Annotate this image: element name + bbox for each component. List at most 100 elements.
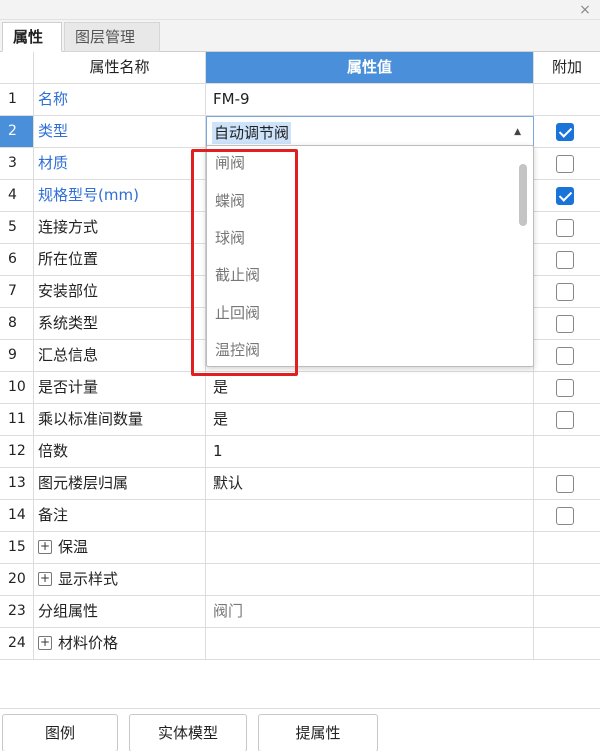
addon-cell (534, 628, 600, 660)
expand-plus-icon[interactable]: + (38, 571, 52, 586)
property-value-readonly: 阀门 (206, 596, 534, 628)
combobox-selected-value: 自动调节阀 (212, 122, 292, 144)
table-row-selected[interactable]: 2 类型 自动调节阀 ▲ (0, 116, 600, 148)
property-name: 是否计量 (34, 372, 206, 404)
extract-properties-button[interactable]: 提属性 (258, 714, 378, 751)
tab-properties[interactable]: 属性 (2, 22, 62, 52)
addon-cell (534, 308, 600, 340)
property-name: 分组属性 (34, 596, 206, 628)
property-name: + 保温 (34, 532, 206, 564)
addon-checkbox[interactable] (556, 507, 574, 525)
addon-checkbox[interactable] (556, 251, 574, 269)
row-number: 12 (0, 436, 34, 468)
dropdown-scrollbar[interactable] (519, 164, 527, 226)
window-title-bar: × (0, 0, 600, 20)
table-row[interactable]: 14 备注 (0, 500, 600, 532)
table-row[interactable]: 12 倍数 1 (0, 436, 600, 468)
table-row[interactable]: 1 名称 FM-9 (0, 84, 600, 116)
addon-cell (534, 468, 600, 500)
addon-checkbox[interactable] (556, 411, 574, 429)
property-value-input[interactable] (206, 500, 534, 532)
property-name: 汇总信息 (34, 340, 206, 372)
row-number: 1 (0, 84, 34, 116)
addon-cell (534, 212, 600, 244)
table-row-group[interactable]: 24 + 材料价格 (0, 628, 600, 660)
expand-plus-icon[interactable]: + (38, 539, 52, 554)
addon-checkbox[interactable] (556, 219, 574, 237)
type-combobox[interactable]: 自动调节阀 ▲ (206, 116, 534, 148)
property-name: 名称 (34, 84, 206, 116)
addon-cell (534, 116, 600, 148)
addon-checkbox[interactable] (556, 187, 574, 205)
tab-layer-management[interactable]: 图层管理 (64, 22, 160, 52)
row-number: 4 (0, 180, 34, 212)
type-dropdown-list: 闸阀 蝶阀 球阀 截止阀 止回阀 温控阀 (206, 145, 534, 367)
header-num (0, 52, 34, 84)
property-name: 规格型号(mm) (34, 180, 206, 212)
table-row[interactable]: 23 分组属性 阀门 (0, 596, 600, 628)
property-value-input[interactable]: 默认 (206, 468, 534, 500)
addon-checkbox[interactable] (556, 155, 574, 173)
property-name: 连接方式 (34, 212, 206, 244)
row-number: 6 (0, 244, 34, 276)
chevron-up-icon[interactable]: ▲ (514, 117, 521, 147)
addon-checkbox[interactable] (556, 379, 574, 397)
row-number: 11 (0, 404, 34, 436)
bottom-toolbar: 图例 实体模型 提属性 (0, 708, 600, 751)
header-property-name: 属性名称 (34, 52, 206, 84)
row-number: 20 (0, 564, 34, 596)
property-name: 所在位置 (34, 244, 206, 276)
addon-checkbox[interactable] (556, 315, 574, 333)
tab-bar: 属性 图层管理 (0, 20, 600, 52)
addon-cell (534, 276, 600, 308)
table-row[interactable]: 13 图元楼层归属 默认 (0, 468, 600, 500)
property-value-input[interactable]: 是 (206, 404, 534, 436)
row-number: 3 (0, 148, 34, 180)
group-label: 显示样式 (58, 570, 119, 588)
dropdown-option[interactable]: 闸阀 (215, 152, 245, 174)
property-name: 材质 (34, 148, 206, 180)
table-row[interactable]: 11 乘以标准间数量 是 (0, 404, 600, 436)
property-name: 备注 (34, 500, 206, 532)
property-name: + 显示样式 (34, 564, 206, 596)
header-addon: 附加 (534, 52, 600, 84)
addon-cell (534, 436, 600, 468)
addon-cell (534, 84, 600, 116)
row-number: 8 (0, 308, 34, 340)
addon-checkbox[interactable] (556, 123, 574, 141)
addon-checkbox[interactable] (556, 347, 574, 365)
property-name: 图元楼层归属 (34, 468, 206, 500)
dropdown-option[interactable]: 温控阀 (215, 339, 260, 361)
addon-checkbox[interactable] (556, 283, 574, 301)
dropdown-option[interactable]: 蝶阀 (215, 190, 245, 212)
property-name: 系统类型 (34, 308, 206, 340)
property-name: 安装部位 (34, 276, 206, 308)
addon-cell (534, 532, 600, 564)
addon-cell (534, 244, 600, 276)
property-name: + 材料价格 (34, 628, 206, 660)
dropdown-option[interactable]: 球阀 (215, 227, 245, 249)
expand-plus-icon[interactable]: + (38, 635, 52, 650)
addon-cell (534, 148, 600, 180)
property-name: 倍数 (34, 436, 206, 468)
addon-checkbox[interactable] (556, 475, 574, 493)
table-row-group[interactable]: 20 + 显示样式 (0, 564, 600, 596)
table-row-group[interactable]: 15 + 保温 (0, 532, 600, 564)
solid-model-button[interactable]: 实体模型 (129, 714, 247, 751)
property-value-cell (206, 564, 534, 596)
property-value-input[interactable]: FM-9 (206, 84, 534, 116)
legend-button[interactable]: 图例 (2, 714, 118, 751)
row-number: 2 (0, 116, 34, 148)
table-row[interactable]: 10 是否计量 是 (0, 372, 600, 404)
property-name: 乘以标准间数量 (34, 404, 206, 436)
header-property-value: 属性值 (206, 52, 534, 84)
group-label: 材料价格 (58, 634, 119, 652)
property-value-input[interactable]: 是 (206, 372, 534, 404)
property-name: 类型 (34, 116, 206, 148)
dropdown-option[interactable]: 截止阀 (215, 264, 260, 286)
addon-cell (534, 500, 600, 532)
close-icon[interactable]: × (576, 0, 594, 20)
row-number: 23 (0, 596, 34, 628)
dropdown-option[interactable]: 止回阀 (215, 302, 260, 324)
property-value-input[interactable]: 1 (206, 436, 534, 468)
